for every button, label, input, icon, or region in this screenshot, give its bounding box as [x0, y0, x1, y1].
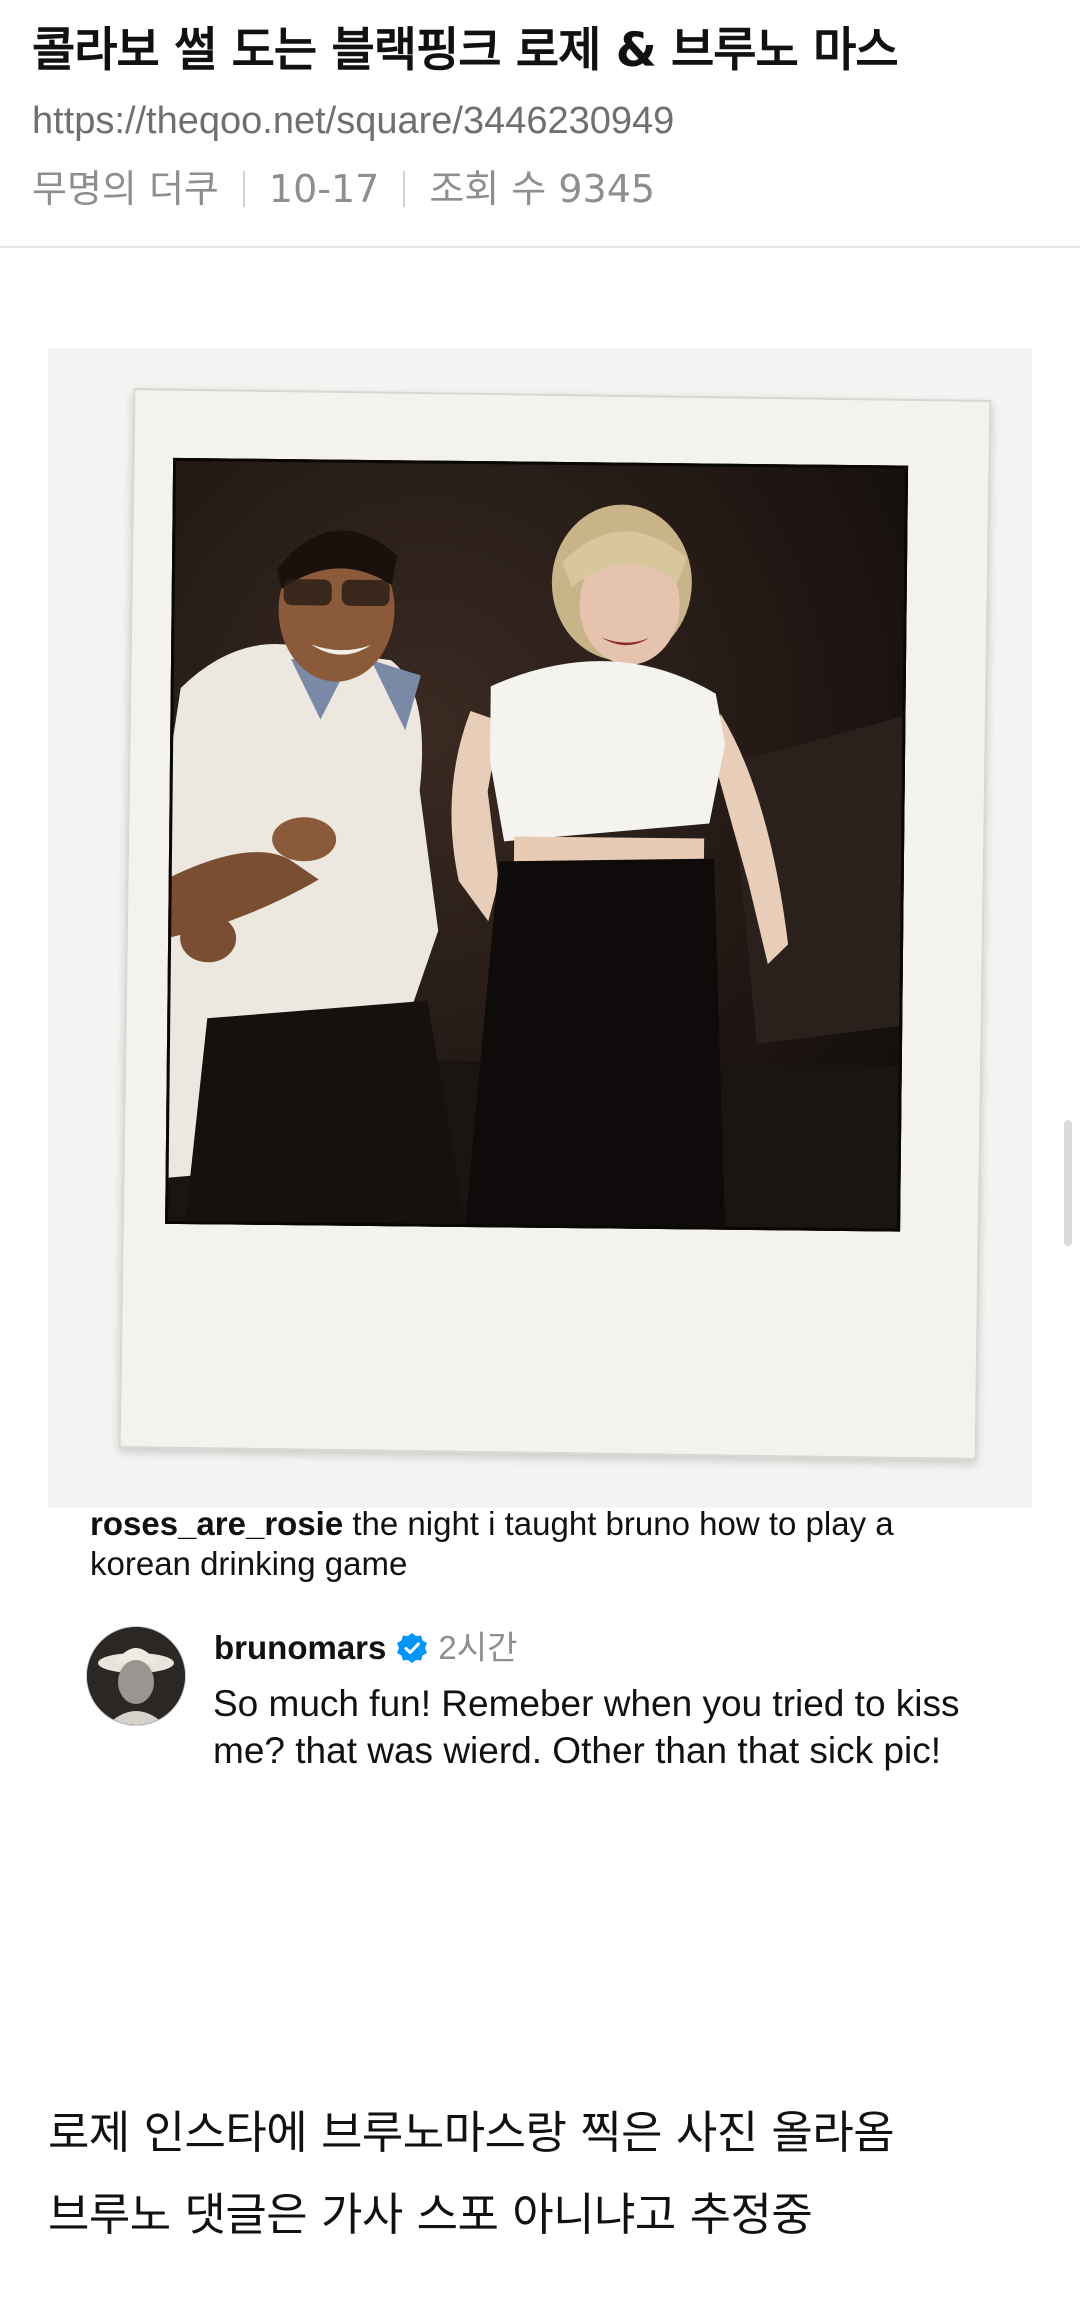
instagram-comment: brunomars 2시간 So much fun! Remeber when …	[86, 1626, 1006, 1826]
body-line: 로제 인스타에 브루노마스랑 찍은 사진 올라옴	[48, 2106, 895, 2159]
post-meta: 무명의 더쿠 10-17 조회 수 9345	[32, 162, 655, 216]
author-name[interactable]: 무명의 더쿠	[32, 162, 219, 216]
post-header: 콜라보 썰 도는 블랙핑크 로제 & 브루노 마스 https://theqoo…	[0, 0, 1080, 248]
comment-username: brunomars	[214, 1629, 387, 1666]
photo-illustration	[165, 457, 909, 1232]
post-url-link[interactable]: https://theqoo.net/square/3446230949	[32, 94, 674, 148]
avatar	[86, 1626, 186, 1726]
polaroid-photo	[165, 457, 909, 1232]
post-date: 10-17	[268, 167, 380, 211]
meta-divider	[242, 171, 245, 207]
view-count: 조회 수 9345	[429, 167, 656, 211]
avatar-illustration	[87, 1627, 185, 1725]
comment-text: So much fun! Remeber when you tried to k…	[213, 1683, 960, 1771]
embedded-instagram-image	[48, 348, 1032, 1508]
comment-header: brunomars 2시간	[214, 1628, 517, 1668]
scrollbar-thumb[interactable]	[1064, 1120, 1072, 1246]
post-title: 콜라보 썰 도는 블랙핑크 로제 & 브루노 마스	[32, 23, 899, 78]
verified-badge-icon	[396, 1632, 428, 1664]
post-body: 로제 인스타에 브루노마스랑 찍은 사진 올라옴 브루노 댓글은 가사 스포 아…	[48, 2092, 1048, 2256]
caption-username: roses_are_rosie	[90, 1505, 344, 1542]
instagram-caption: roses_are_rosie the night i taught bruno…	[90, 1504, 990, 1584]
comment-time: 2시간	[438, 1629, 518, 1666]
meta-divider	[403, 171, 406, 207]
body-line: 브루노 댓글은 가사 스포 아니냐고 추정중	[48, 2188, 813, 2241]
polaroid-frame	[118, 388, 992, 1460]
